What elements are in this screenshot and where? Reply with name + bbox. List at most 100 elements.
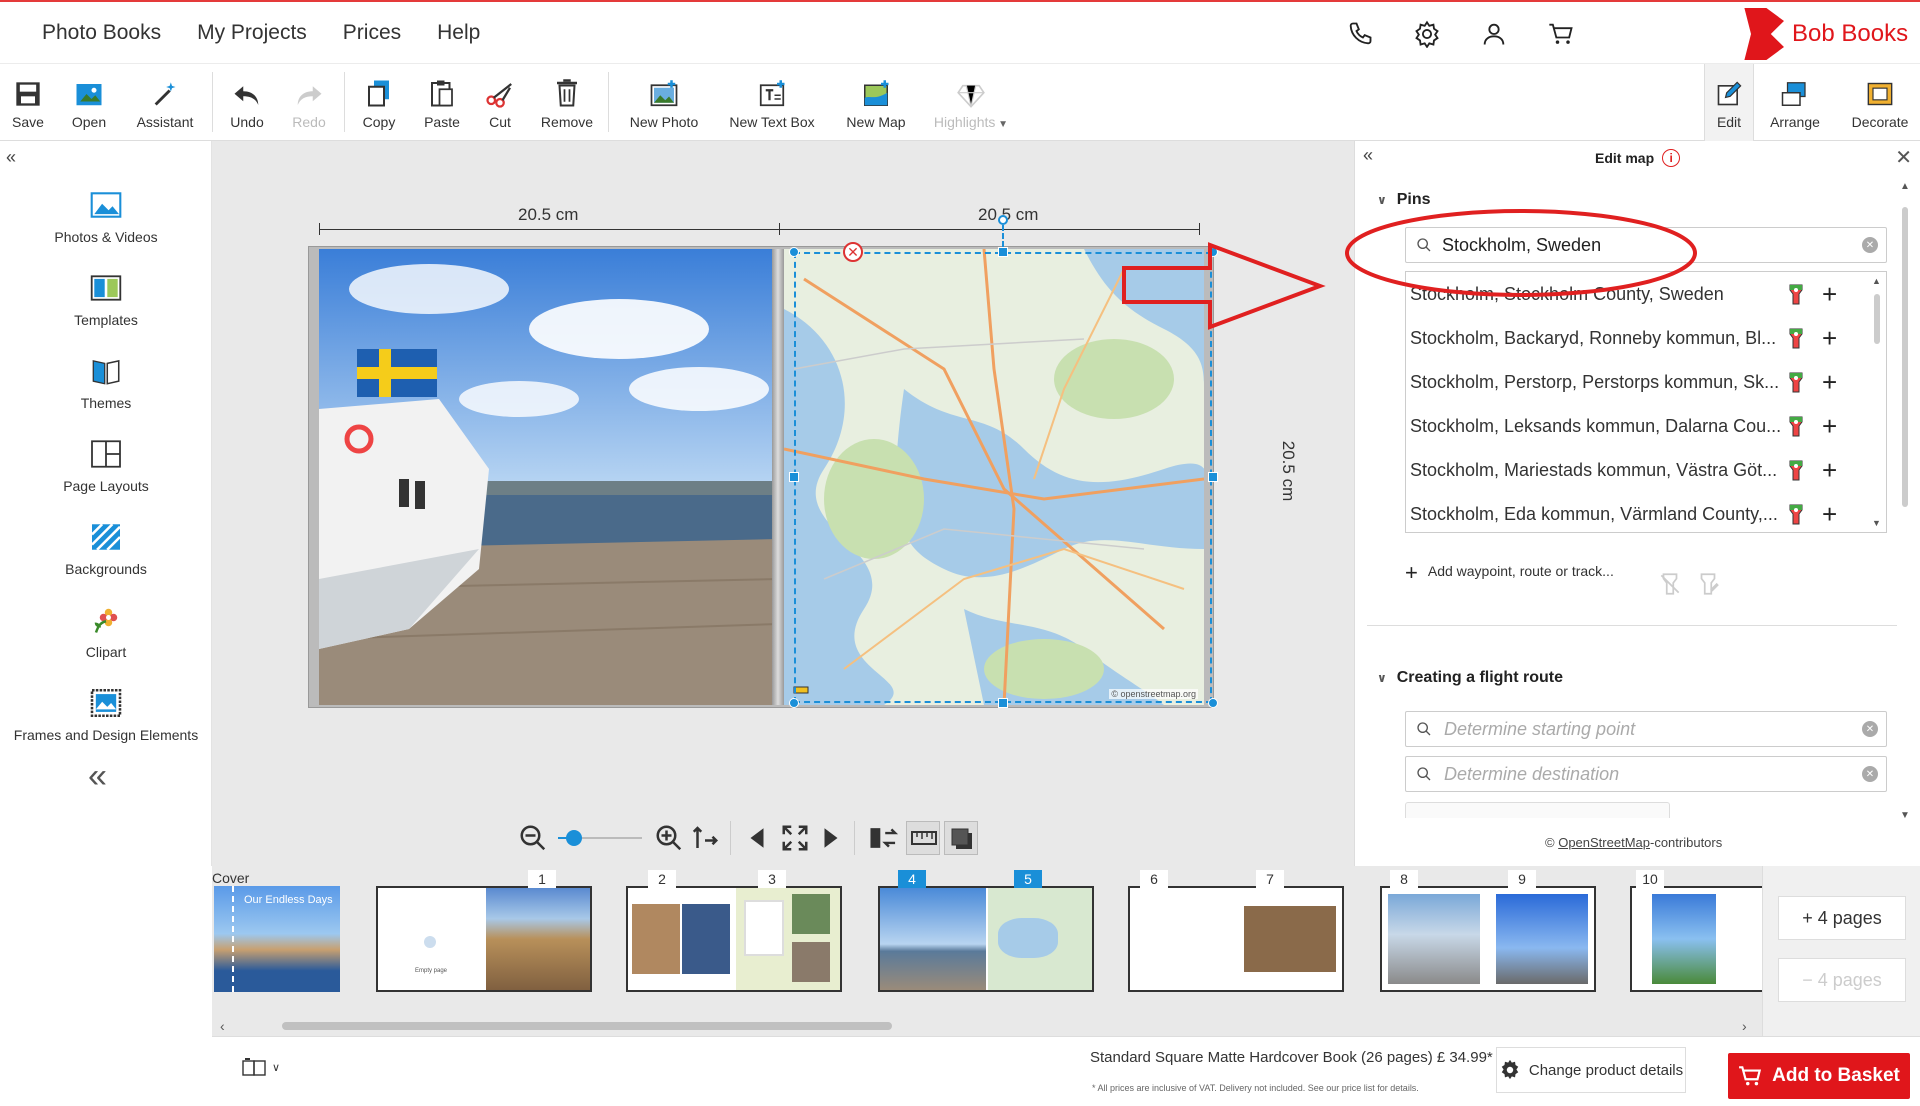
add-pin-plus-icon[interactable]: + (1822, 501, 1837, 527)
redo-button[interactable]: Redo (284, 64, 334, 141)
arrange-label: Arrange (1770, 114, 1820, 130)
clear-start-icon[interactable]: ✕ (1862, 721, 1878, 737)
panel-scrollbar-thumb[interactable] (1902, 207, 1908, 507)
add-waypoint-button[interactable]: + Add waypoint, route or track... (1405, 561, 1625, 585)
footer-bar: ∨ Standard Square Matte Hardcover Book (… (212, 1036, 1920, 1106)
nav-my-projects[interactable]: My Projects (197, 21, 307, 45)
pin-marker-icon[interactable] (1784, 369, 1808, 395)
undo-button[interactable]: Undo (222, 64, 272, 141)
paste-button[interactable]: Paste (416, 64, 468, 141)
pin-marker-icon[interactable] (1784, 457, 1808, 483)
edit-pin-icon[interactable] (1695, 571, 1721, 597)
thumbnail-pages-6-7[interactable] (1128, 886, 1344, 992)
nav-photo-books[interactable]: Photo Books (42, 21, 161, 45)
sidebar-item-clipart[interactable]: Clipart (0, 602, 212, 660)
map-thumb-water (998, 918, 1058, 958)
close-panel-icon[interactable]: ✕ (1895, 145, 1912, 170)
flight-route-section-header[interactable]: ∨ Creating a flight route (1377, 669, 1563, 687)
dropdown-caret-icon: ▼ (995, 119, 1009, 130)
cover-thumbnail[interactable]: Our Endless Days (214, 886, 340, 992)
scroll-up-icon[interactable]: ▲ (1900, 181, 1910, 192)
thumbnail-scrollbar[interactable]: ‹ › (212, 1016, 1762, 1036)
scroll-down-icon[interactable]: ▼ (1900, 810, 1910, 821)
brand-logo[interactable]: Bob Books (1740, 8, 1908, 60)
thumbnail-pages-2-3[interactable] (626, 886, 842, 992)
toolbar-divider (212, 72, 213, 132)
user-account-icon[interactable] (1474, 14, 1514, 54)
thumbnail-pages-4-5-selected[interactable] (878, 886, 1094, 992)
sidebar-item-page-layouts[interactable]: Page Layouts (0, 436, 212, 494)
collapse-panel-icon[interactable]: « (1363, 145, 1373, 166)
highlights-button[interactable]: Highlights ▼ (930, 64, 1012, 141)
clear-search-icon[interactable]: ✕ (1862, 237, 1878, 253)
save-button[interactable]: Save (4, 64, 52, 141)
sidebar-item-photos-videos[interactable]: Photos & Videos (0, 187, 212, 245)
generate-route-button[interactable] (1405, 802, 1670, 818)
remove-pin-icon[interactable] (1657, 571, 1683, 597)
search-result-item[interactable]: Stockholm, Mariestads kommun, Västra Göt… (1410, 448, 1870, 492)
nav-prices[interactable]: Prices (343, 21, 401, 45)
panel-scrollbar[interactable]: ▲ ▼ (1900, 181, 1910, 821)
pin-marker-icon[interactable] (1784, 281, 1808, 307)
pin-marker-icon[interactable] (1784, 501, 1808, 527)
thumbnail-pages-1[interactable]: Empty page (376, 886, 592, 992)
results-scrollbar[interactable]: ▲ ▼ (1870, 272, 1884, 532)
shopping-cart-icon[interactable] (1541, 14, 1581, 54)
new-map-button[interactable]: New Map (840, 64, 912, 141)
clear-destination-icon[interactable]: ✕ (1862, 766, 1878, 782)
new-text-box-icon (759, 80, 785, 107)
pin-marker-icon[interactable] (1784, 413, 1808, 439)
add-pin-plus-icon[interactable]: + (1822, 413, 1837, 439)
decorate-label: Decorate (1851, 114, 1909, 130)
pin-marker-icon[interactable] (1784, 325, 1808, 351)
osm-link[interactable]: OpenStreetMap (1558, 835, 1650, 850)
remove-pages-button[interactable]: − 4 pages (1778, 958, 1906, 1002)
sidebar-item-templates[interactable]: Templates (0, 270, 212, 328)
edit-mode-button[interactable]: Edit (1704, 64, 1754, 141)
sidebar-item-label: Frames and Design Elements (13, 727, 199, 743)
add-to-basket-button[interactable]: Add to Basket (1728, 1053, 1910, 1099)
add-pin-plus-icon[interactable]: + (1822, 281, 1837, 307)
search-result-item[interactable]: Stockholm, Perstorp, Perstorps kommun, S… (1410, 360, 1870, 404)
start-point-input[interactable]: Determine starting point (1444, 719, 1862, 740)
nav-help[interactable]: Help (437, 21, 480, 45)
scrollbar-thumb[interactable] (1874, 294, 1880, 344)
sidebar-item-themes[interactable]: Themes (0, 353, 212, 411)
destination-input[interactable]: Determine destination (1444, 764, 1862, 785)
open-button[interactable]: Open (62, 64, 116, 141)
thumbnail-pages-8-9[interactable] (1380, 886, 1596, 992)
new-photo-button[interactable]: New Photo (622, 64, 706, 141)
cut-button[interactable]: Cut (476, 64, 524, 141)
assistant-button[interactable]: Assistant (128, 64, 202, 141)
thumbnail-scrollbar-thumb[interactable] (282, 1022, 892, 1030)
settings-gear-icon[interactable] (1407, 14, 1447, 54)
new-text-box-button[interactable]: New Text Box (724, 64, 820, 141)
view-options-dropdown[interactable]: ∨ (242, 1057, 280, 1077)
brand-name: Bob Books (1792, 20, 1909, 47)
change-product-details-button[interactable]: Change product details (1496, 1047, 1686, 1093)
scroll-up-icon[interactable]: ▲ (1872, 276, 1881, 286)
scroll-down-icon[interactable]: ▼ (1872, 518, 1881, 528)
flight-route-heading: Creating a flight route (1396, 669, 1563, 686)
sidebar-item-backgrounds[interactable]: Backgrounds (0, 519, 212, 577)
add-pin-plus-icon[interactable]: + (1822, 457, 1837, 483)
collapse-sidebar-icon[interactable]: « (6, 147, 16, 168)
phone-icon[interactable] (1340, 14, 1380, 54)
scroll-right-icon[interactable]: › (1742, 1018, 1747, 1034)
add-to-basket-label: Add to Basket (1772, 1065, 1900, 1086)
search-result-item[interactable]: Stockholm, Eda kommun, Värmland County,.… (1410, 492, 1870, 532)
collapse-sidebar-chevron-icon[interactable]: « (88, 757, 107, 796)
info-icon[interactable]: i (1662, 149, 1681, 167)
copy-button[interactable]: Copy (354, 64, 404, 141)
sidebar-item-frames-design[interactable]: Frames and Design Elements (0, 685, 212, 743)
scroll-left-icon[interactable]: ‹ (220, 1018, 225, 1034)
thumbnail-pages-10[interactable] (1630, 886, 1762, 992)
add-pin-plus-icon[interactable]: + (1822, 369, 1837, 395)
add-pages-button[interactable]: + 4 pages (1778, 896, 1906, 940)
remove-button[interactable]: Remove (536, 64, 598, 141)
add-pin-plus-icon[interactable]: + (1822, 325, 1837, 351)
decorate-mode-button[interactable]: Decorate (1840, 64, 1920, 141)
search-result-item[interactable]: Stockholm, Backaryd, Ronneby kommun, Bl.… (1410, 316, 1870, 360)
arrange-mode-button[interactable]: Arrange (1758, 64, 1832, 141)
search-result-item[interactable]: Stockholm, Leksands kommun, Dalarna Cou.… (1410, 404, 1870, 448)
